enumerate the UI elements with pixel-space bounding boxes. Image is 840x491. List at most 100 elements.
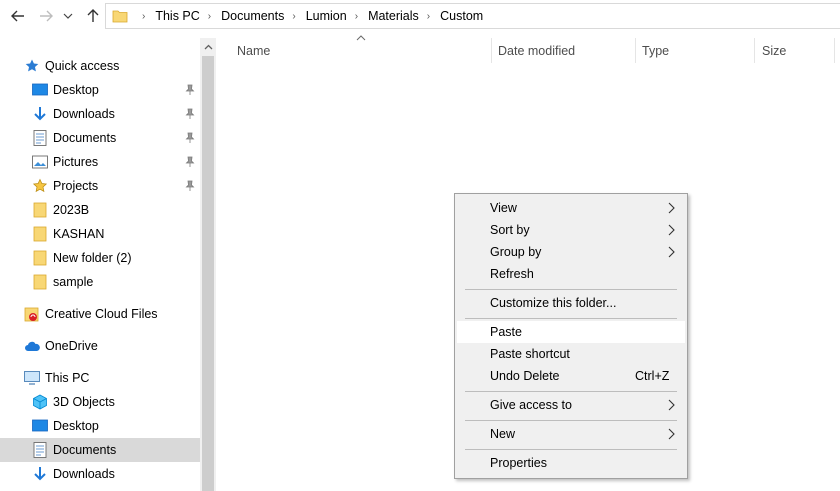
menu-separator bbox=[465, 420, 677, 421]
nav-item-new-folder-2[interactable]: New folder (2) bbox=[0, 246, 200, 270]
pin-icon[interactable] bbox=[184, 132, 196, 144]
address-toolbar: › This PC › Documents › Lumion › Materia… bbox=[0, 0, 840, 33]
column-header-label: Size bbox=[762, 43, 787, 58]
breadcrumb-materials[interactable]: Materials bbox=[368, 9, 419, 23]
nav-item-label: Downloads bbox=[53, 107, 115, 121]
menu-item-paste[interactable]: Paste bbox=[457, 321, 685, 343]
menu-item-label: New bbox=[490, 427, 516, 441]
nav-item-quick-access[interactable]: Quick access bbox=[0, 54, 200, 78]
breadcrumb-separator-icon[interactable]: › bbox=[142, 11, 145, 22]
menu-item-group-by[interactable]: Group by bbox=[457, 241, 685, 263]
nav-item-documents[interactable]: Documents bbox=[0, 126, 200, 150]
back-button[interactable] bbox=[8, 6, 28, 26]
nav-item-downloads[interactable]: Downloads bbox=[0, 102, 200, 126]
menu-separator bbox=[465, 289, 677, 290]
menu-item-new[interactable]: New bbox=[457, 423, 685, 445]
nav-item-label: Desktop bbox=[53, 83, 99, 97]
menu-item-properties[interactable]: Properties bbox=[457, 452, 685, 474]
nav-item-kashan[interactable]: KASHAN bbox=[0, 222, 200, 246]
column-header-label: Date modified bbox=[498, 43, 576, 58]
menu-item-refresh[interactable]: Refresh bbox=[457, 263, 685, 285]
menu-item-view[interactable]: View bbox=[457, 197, 685, 219]
nav-item-label: OneDrive bbox=[45, 339, 98, 353]
breadcrumb-custom[interactable]: Custom bbox=[440, 9, 483, 23]
breadcrumb-this-pc[interactable]: This PC bbox=[155, 9, 199, 23]
breadcrumb-separator-icon[interactable]: › bbox=[292, 11, 295, 22]
folder-icon bbox=[112, 10, 128, 23]
context-menu: View Sort by Group by Refresh Customize … bbox=[454, 193, 688, 479]
column-header-type[interactable]: Type bbox=[642, 38, 754, 63]
document-icon bbox=[32, 442, 48, 458]
nav-item-creative-cloud-files[interactable]: Creative Cloud Files bbox=[0, 302, 200, 326]
cloud-icon bbox=[24, 338, 40, 354]
breadcrumb-separator-icon[interactable]: › bbox=[355, 11, 358, 22]
breadcrumb-separator-icon[interactable]: › bbox=[208, 11, 211, 22]
nav-item-label: Projects bbox=[53, 179, 99, 193]
column-divider[interactable] bbox=[754, 38, 755, 63]
chevron-up-icon bbox=[204, 44, 212, 49]
cube-icon bbox=[32, 394, 48, 410]
nav-item-projects[interactable]: Projects bbox=[0, 174, 200, 198]
breadcrumb-separator-icon[interactable]: › bbox=[427, 11, 430, 22]
column-divider[interactable] bbox=[635, 38, 636, 63]
computer-icon bbox=[24, 370, 40, 386]
nav-item-label: 3D Objects bbox=[53, 395, 115, 409]
nav-item-label: KASHAN bbox=[53, 227, 105, 241]
nav-item-documents-pc[interactable]: Documents bbox=[0, 438, 200, 462]
pin-icon[interactable] bbox=[184, 156, 196, 168]
column-header-size[interactable]: Size bbox=[762, 38, 834, 63]
nav-item-3d-objects[interactable]: 3D Objects bbox=[0, 390, 200, 414]
column-divider[interactable] bbox=[491, 38, 492, 63]
breadcrumb-documents[interactable]: Documents bbox=[221, 9, 284, 23]
nav-item-pictures[interactable]: Pictures bbox=[0, 150, 200, 174]
nav-item-sample[interactable]: sample bbox=[0, 270, 200, 294]
nav-item-2023b[interactable]: 2023B bbox=[0, 198, 200, 222]
column-header-label: Type bbox=[642, 43, 670, 58]
breadcrumb: › This PC › Documents › Lumion › Materia… bbox=[134, 9, 483, 23]
pin-icon[interactable] bbox=[184, 84, 196, 96]
scroll-thumb[interactable] bbox=[202, 56, 214, 491]
nav-item-desktop[interactable]: Desktop bbox=[0, 78, 200, 102]
chevron-right-icon bbox=[668, 428, 675, 440]
menu-item-label: Undo Delete bbox=[490, 369, 560, 383]
menu-item-customize-folder[interactable]: Customize this folder... bbox=[457, 292, 685, 314]
nav-item-downloads-pc[interactable]: Downloads bbox=[0, 462, 200, 486]
column-header-name[interactable]: Name bbox=[237, 38, 491, 63]
nav-item-desktop-pc[interactable]: Desktop bbox=[0, 414, 200, 438]
pictures-icon bbox=[32, 154, 48, 170]
nav-item-onedrive[interactable]: OneDrive bbox=[0, 334, 200, 358]
breadcrumb-lumion[interactable]: Lumion bbox=[306, 9, 347, 23]
recent-locations-button[interactable] bbox=[61, 6, 75, 26]
column-header-date-modified[interactable]: Date modified bbox=[498, 38, 635, 63]
menu-item-paste-shortcut[interactable]: Paste shortcut bbox=[457, 343, 685, 365]
forward-button[interactable] bbox=[36, 6, 56, 26]
scroll-up-button[interactable] bbox=[200, 38, 216, 55]
nav-item-label: Pictures bbox=[53, 155, 99, 169]
forward-arrow-icon bbox=[40, 10, 53, 22]
menu-item-label: Refresh bbox=[490, 267, 534, 281]
menu-item-label: Group by bbox=[490, 245, 542, 259]
nav-item-label: New folder (2) bbox=[53, 251, 132, 265]
menu-item-label: Paste shortcut bbox=[490, 347, 570, 361]
menu-item-label: Paste bbox=[490, 325, 522, 339]
download-arrow-icon bbox=[32, 466, 48, 482]
folder-star-icon bbox=[32, 178, 48, 194]
navigation-pane: Quick access Desktop Downloads Documents… bbox=[0, 38, 200, 491]
menu-separator bbox=[465, 449, 677, 450]
nav-scrollbar[interactable] bbox=[200, 38, 216, 491]
pin-icon[interactable] bbox=[184, 108, 196, 120]
nav-item-this-pc[interactable]: This PC bbox=[0, 366, 200, 390]
menu-item-give-access[interactable]: Give access to bbox=[457, 394, 685, 416]
chevron-right-icon bbox=[668, 224, 675, 236]
pin-icon[interactable] bbox=[184, 180, 196, 192]
menu-item-sort-by[interactable]: Sort by bbox=[457, 219, 685, 241]
menu-item-undo-delete[interactable]: Undo Delete Ctrl+Z bbox=[457, 365, 685, 387]
menu-item-label: Customize this folder... bbox=[490, 296, 617, 310]
column-divider[interactable] bbox=[834, 38, 835, 63]
folder-icon bbox=[32, 226, 48, 242]
back-arrow-icon bbox=[11, 10, 24, 22]
document-icon bbox=[32, 130, 48, 146]
up-button[interactable] bbox=[83, 6, 103, 26]
nav-item-label: Documents bbox=[53, 131, 117, 145]
address-bar[interactable]: › This PC › Documents › Lumion › Materia… bbox=[105, 3, 840, 29]
